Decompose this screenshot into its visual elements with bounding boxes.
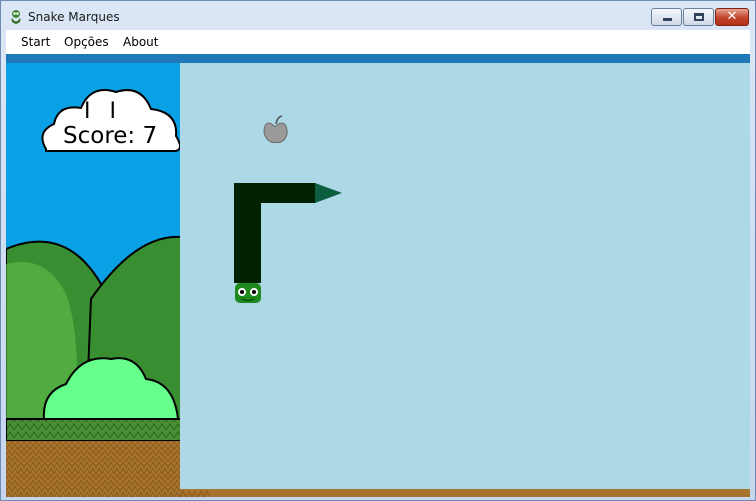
maximize-icon (694, 13, 704, 21)
minimize-icon (663, 18, 672, 21)
menu-start[interactable]: Start (21, 35, 50, 49)
close-icon: ✕ (726, 9, 738, 24)
apple-icon (263, 115, 288, 144)
snake-head (235, 283, 261, 303)
menu-opcoes[interactable]: Opções (64, 35, 109, 49)
minimize-button[interactable] (651, 8, 682, 26)
menu-about[interactable]: About (123, 35, 158, 49)
snake-tail-arrow (315, 183, 342, 203)
maximize-button[interactable] (683, 8, 714, 26)
menu-bar: Start Opções About (6, 30, 750, 54)
snake-body (234, 183, 316, 283)
title-bar: Snake Marques ✕ (1, 1, 755, 31)
game-area: I I Score: 7 (6, 54, 750, 497)
app-window: Snake Marques ✕ Start Opções About I I S… (0, 0, 756, 501)
snake-layer (234, 115, 342, 303)
close-button[interactable]: ✕ (715, 8, 749, 26)
snake-icon (11, 10, 21, 24)
window-title: Snake Marques (28, 10, 120, 24)
